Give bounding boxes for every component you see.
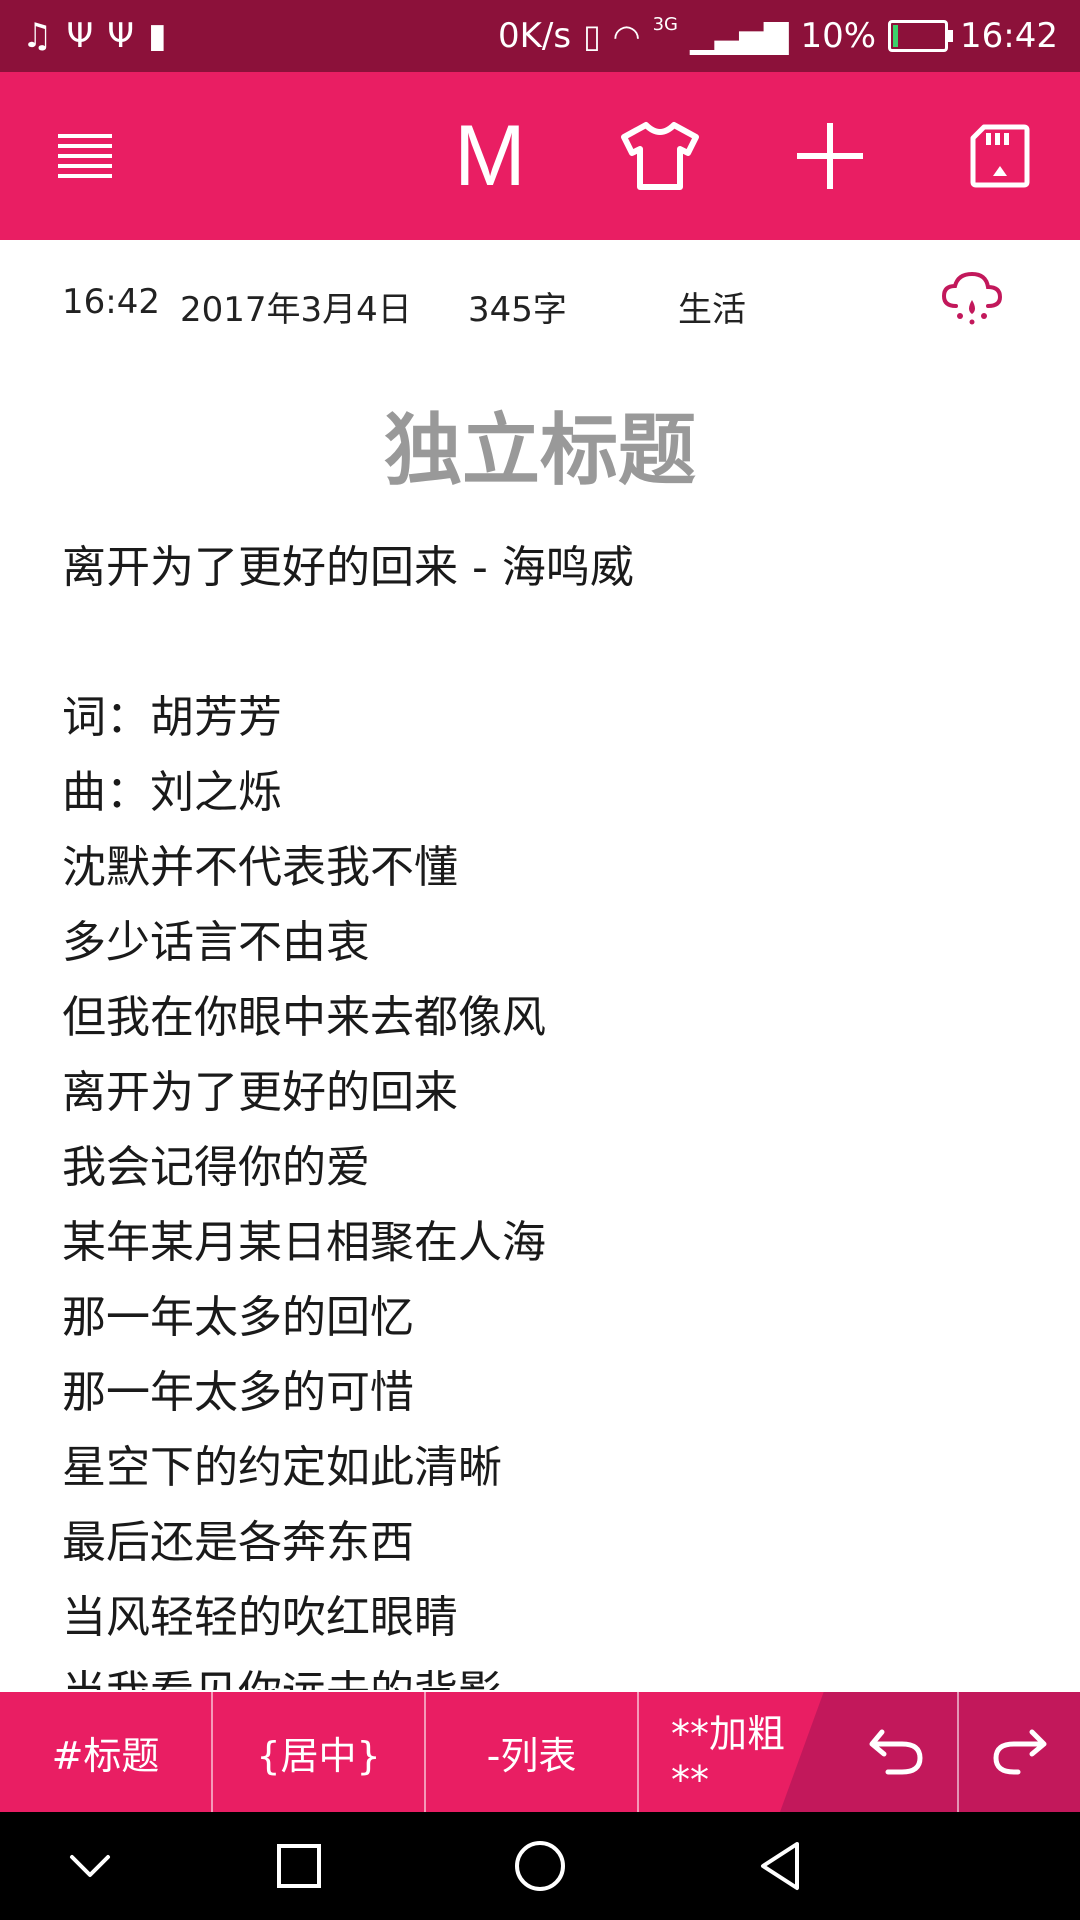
vibrate-icon: ▯ [583, 17, 601, 55]
markdown-mode-button[interactable]: M [440, 72, 540, 240]
menu-button[interactable] [40, 72, 130, 240]
chevron-down-icon [70, 1855, 110, 1877]
note-line: 当风轻轻的吹红眼睛 [62, 1592, 458, 1643]
note-line: 离开为了更好的回来 [62, 1067, 458, 1118]
rain-cloud-icon [941, 271, 1003, 325]
note-line: 最后还是各奔东西 [62, 1517, 414, 1568]
format-bar: #标题 {居中} -列表 **加粗** [0, 1692, 1080, 1812]
status-bar: ♫ Ψ Ψ ▮ 0K/s ▯ ◠ 3G ▁▃▅▇ 10% 16:42 [0, 0, 1080, 72]
note-line: 但我在你眼中来去都像风 [62, 992, 546, 1043]
net-speed: 0K/s [497, 16, 572, 56]
note-line: 词：胡芳芳 [62, 692, 282, 743]
note-line: 曲：刘之烁 [62, 767, 282, 818]
nav-hide-button[interactable] [36, 1812, 144, 1920]
status-left-icons: ♫ Ψ Ψ ▮ [22, 14, 167, 58]
note-line: 我会记得你的爱 [62, 1142, 370, 1193]
save-button[interactable] [950, 72, 1050, 240]
undo-icon [869, 1729, 923, 1775]
redo-icon [993, 1729, 1047, 1775]
list-format-button[interactable]: -列表 [426, 1692, 637, 1812]
signal-icon: ▁▃▅▇ [690, 17, 789, 55]
system-nav-bar [0, 1812, 1080, 1920]
menu-icon [58, 134, 112, 178]
nav-recents-button[interactable] [245, 1812, 353, 1920]
nav-home-button[interactable] [486, 1812, 594, 1920]
status-right: 0K/s ▯ ◠ 3G ▁▃▅▇ 10% 16:42 [498, 12, 1058, 60]
battery-alert-icon: ▮ [148, 16, 167, 56]
note-line: 那一年太多的回忆 [62, 1292, 414, 1343]
note-line: 某年某月某日相聚在人海 [62, 1217, 546, 1268]
tshirt-icon [621, 122, 699, 190]
app-toolbar: M [0, 72, 1080, 240]
note-line: 多少话言不由衷 [62, 917, 370, 968]
note-line: 沈默并不代表我不懂 [62, 842, 458, 893]
note-title[interactable]: 独立标题 [0, 388, 1080, 500]
meta-word-count: 345字 [468, 290, 567, 330]
meta-category[interactable]: 生活 [678, 282, 746, 331]
music-note-icon: ♫ [22, 16, 53, 56]
undo-button[interactable] [840, 1692, 956, 1812]
redo-button[interactable] [960, 1692, 1076, 1812]
theme-button[interactable] [610, 72, 710, 240]
circle-icon [515, 1841, 565, 1891]
battery-icon [888, 20, 954, 52]
nav-back-button[interactable] [726, 1812, 834, 1920]
battery-fill [893, 25, 899, 47]
center-format-button[interactable]: {居中} [213, 1692, 424, 1812]
add-button[interactable] [780, 72, 880, 240]
weather-button[interactable] [940, 270, 1004, 335]
note-line: 星空下的约定如此清晰 [62, 1442, 502, 1493]
note-body[interactable]: 离开为了更好的回来 - 海鸣威 词：胡芳芳曲：刘之烁沈默并不代表我不懂 多少话言不由… [62, 530, 1022, 1690]
network-type: 3G [652, 14, 678, 35]
save-sd-icon [970, 124, 1030, 188]
wifi-icon: ◠ [612, 17, 641, 55]
note-meta: 16:42 2017年3月4日 345字 生活 [0, 240, 1080, 360]
usb-icon: Ψ [107, 16, 135, 56]
triangle-back-icon [761, 1842, 799, 1890]
note-line: 离开为了更好的回来 - 海鸣威 [62, 542, 634, 593]
usb-icon: Ψ [66, 16, 94, 56]
plus-icon [797, 123, 863, 189]
meta-date[interactable]: 2017年3月4日 [180, 282, 412, 331]
divider [957, 1692, 959, 1812]
note-line: 当我看见你远去的背影 [62, 1655, 1022, 1690]
bold-format-button[interactable]: **加粗** [639, 1692, 809, 1812]
square-icon [277, 1844, 321, 1888]
note-line: 那一年太多的可惜 [62, 1367, 414, 1418]
status-time: 16:42 [960, 16, 1058, 56]
meta-time: 16:42 [62, 282, 160, 322]
battery-percent: 10% [800, 16, 877, 56]
heading-format-button[interactable]: #标题 [0, 1692, 211, 1812]
note-line [62, 605, 1022, 680]
